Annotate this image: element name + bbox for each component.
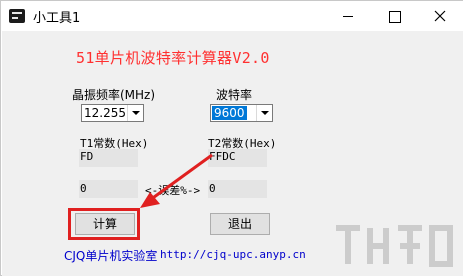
app-icon bbox=[9, 9, 25, 23]
baud-select[interactable]: 9600 bbox=[210, 104, 273, 122]
crystal-select[interactable]: 12.255 bbox=[81, 104, 144, 122]
watermark-logo bbox=[336, 225, 453, 267]
footer-url[interactable]: http://cjq-upc.anyp.cn bbox=[160, 248, 306, 261]
crystal-label: 晶振频率(MHz) bbox=[72, 88, 156, 102]
close-icon[interactable] bbox=[417, 1, 463, 31]
page-title: 51单片机波特率计算器V2.0 bbox=[76, 49, 270, 67]
baud-value: 9600 bbox=[212, 106, 247, 120]
crystal-value: 12.255 bbox=[84, 106, 126, 120]
baud-label: 波特率 bbox=[216, 88, 253, 102]
t1-value: FD bbox=[80, 150, 94, 163]
minimize-icon[interactable] bbox=[325, 1, 371, 31]
footer-name: CJQ单片机实验室 bbox=[64, 249, 158, 263]
window-title: 小工具1 bbox=[33, 11, 81, 26]
chevron-down-icon[interactable] bbox=[256, 105, 272, 121]
error-left-value: 0 bbox=[80, 182, 87, 195]
chevron-down-icon[interactable] bbox=[127, 105, 143, 121]
title-bar[interactable]: 小工具1 bbox=[1, 1, 463, 31]
annotation-arrow bbox=[140, 153, 213, 208]
maximize-icon[interactable] bbox=[371, 1, 417, 31]
